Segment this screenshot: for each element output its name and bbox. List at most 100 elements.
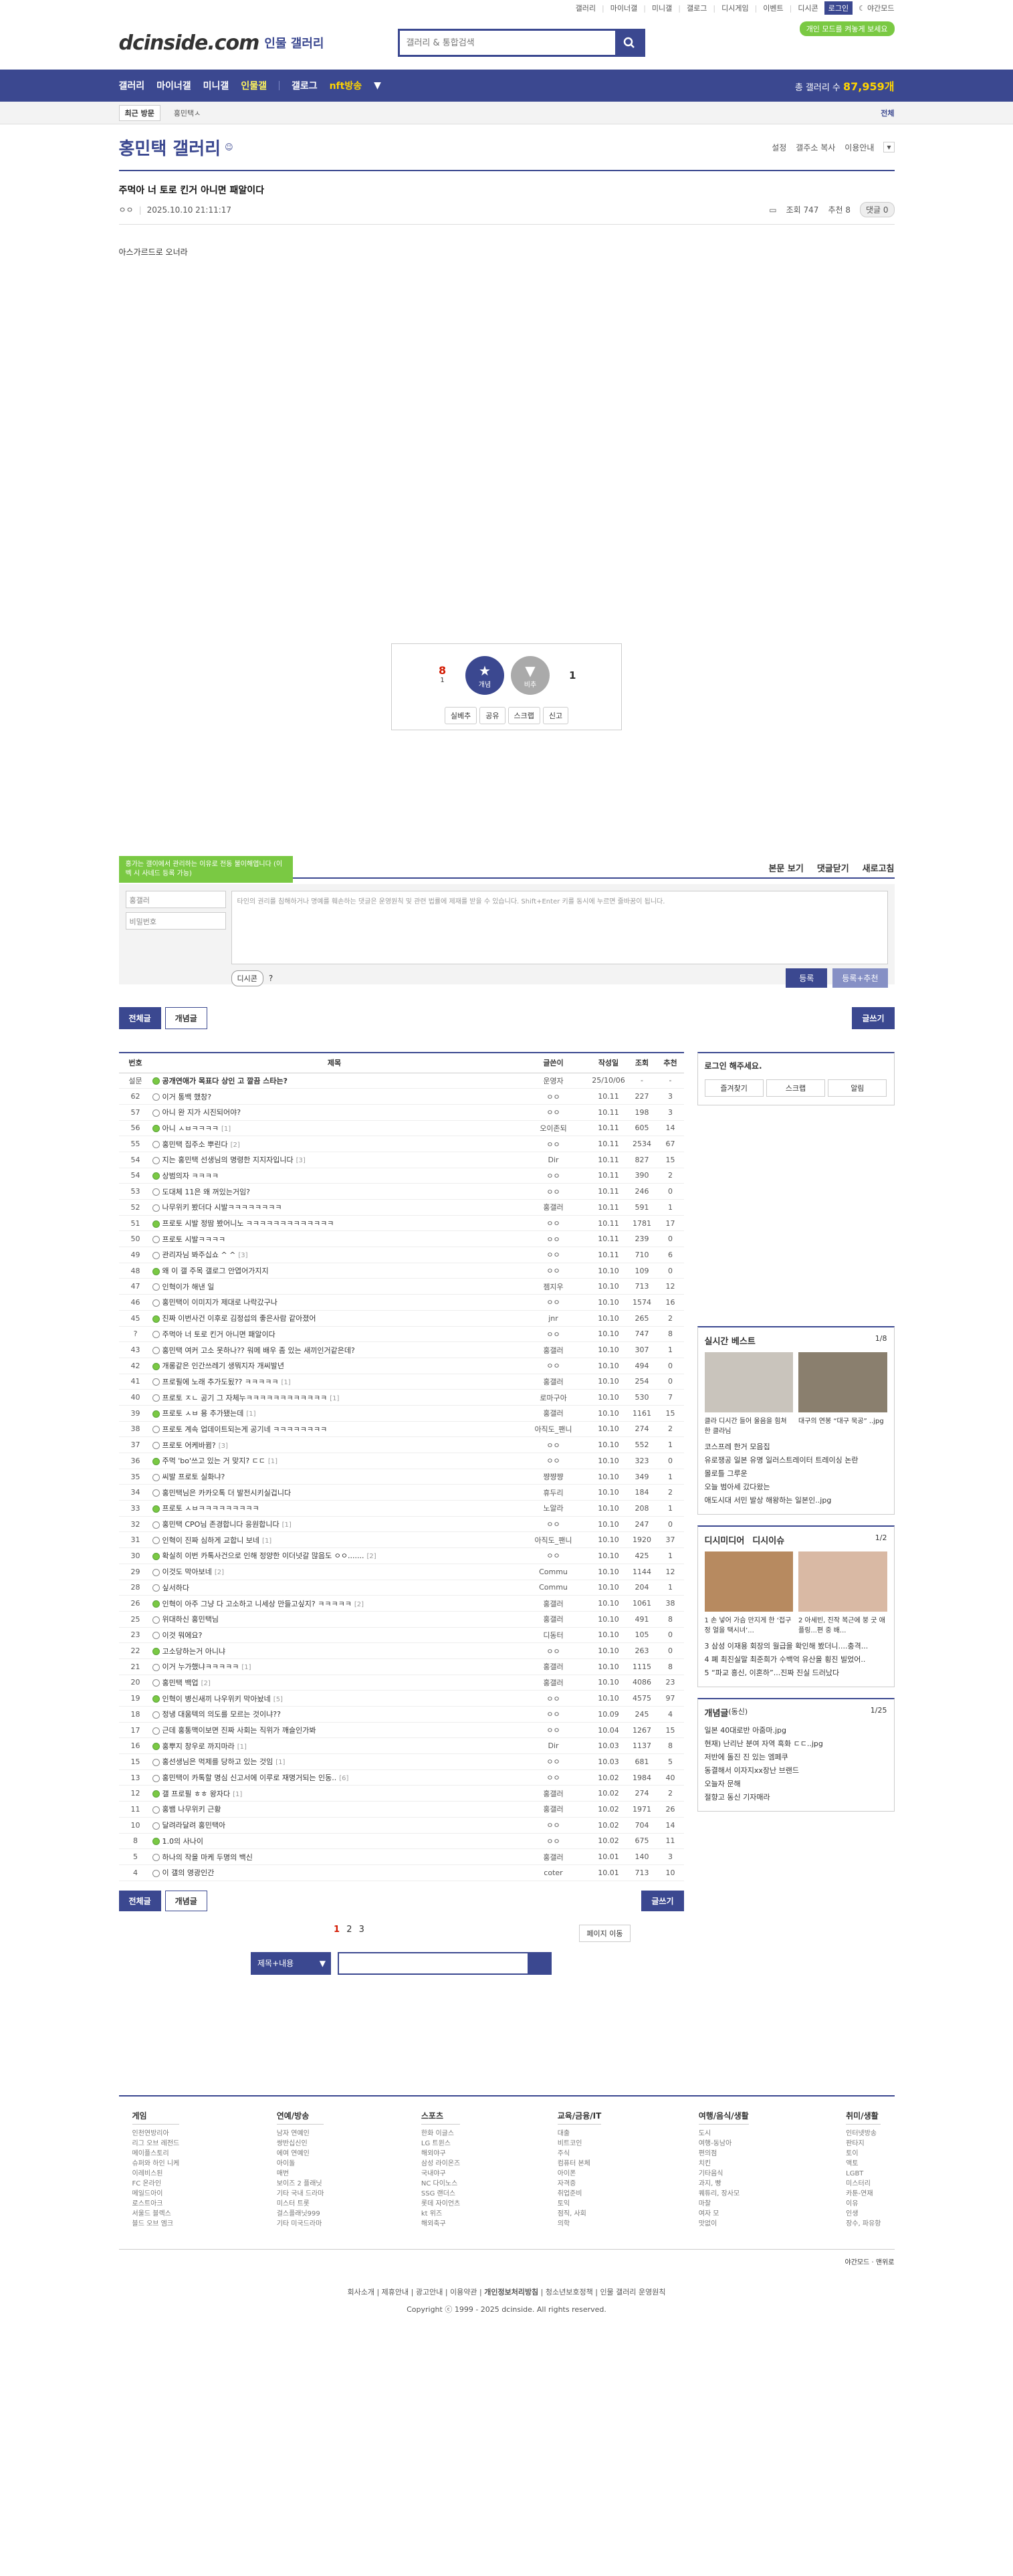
search-button-bottom[interactable] — [528, 1953, 550, 1973]
row-author[interactable]: 쨩쨩쨩 — [516, 1469, 590, 1485]
table-row[interactable]: 13 홍민택이 카톡할 명심 신고서에 이루로 재명거되는 인동.. [6] ㅇㅇ 10… — [118, 1769, 684, 1786]
row-title[interactable]: 홍민택 CPO님 존경합니다 응원합니다 [1] — [152, 1516, 517, 1533]
page-2[interactable]: 2 — [346, 1925, 352, 1935]
dc-media-title[interactable]: 디시미디어 — [705, 1533, 745, 1546]
row-title[interactable]: 1.0의 사나이 — [152, 1833, 517, 1850]
row-author[interactable]: ㅇㅇ — [516, 1183, 590, 1200]
row-author[interactable]: ㅇㅇ — [516, 1104, 590, 1121]
row-title[interactable]: 홍민택 여커 고소 못하나?? 워메 배우 좀 있는 새끼인거같은데? — [152, 1341, 517, 1358]
row-title-text[interactable]: 지는 홍민택 선생님의 명령한 지지자입니다 — [162, 1156, 294, 1164]
row-author[interactable]: ㅇㅇ — [516, 1642, 590, 1659]
row-author[interactable]: ㅇㅇ — [516, 1168, 590, 1184]
footer-item[interactable]: 치킨 — [699, 2159, 749, 2169]
footer-item[interactable]: 카툰-연재 — [846, 2189, 881, 2199]
table-row[interactable]: 40 프로토 ㅈㄴ 공기 그 자체누ㅋㅋㅋㅋㅋㅋㅋㅋㅋㅋㅋㅋ [1] 로마구아 10.1… — [118, 1389, 684, 1406]
row-title[interactable]: 프로토 ㅅㅂㅋㅋㅋㅋㅋㅋㅋㅋㅋ — [152, 1500, 517, 1517]
table-row[interactable]: 54 지는 홍민택 선생님의 명령한 지지자입니다 [3] Dir 10.11 827 15 — [118, 1152, 684, 1168]
list-item[interactable]: 3 삼성 이재용 회장의 월급을 확인해 봤더니....충격... — [705, 1640, 887, 1653]
site-logo[interactable]: dcinside.com — [119, 31, 260, 55]
table-row[interactable]: 26 인혁이 아주 그냥 다 고소하고 니세상 만들고싶지? ㅋㅋㅋㅋㅋ [2] 홍갤… — [118, 1595, 684, 1612]
row-title-text[interactable]: 홍민택이 이미지가 제대로 나락갔구나 — [162, 1298, 277, 1307]
row-title-text[interactable]: 인혁이 진짜 심하게 교합니 보네 — [162, 1536, 260, 1545]
footer-item[interactable]: 토익 — [558, 2199, 602, 2209]
row-title[interactable]: 프로토 ㅅㅂ 용 추가됐는데 [1] — [152, 1405, 517, 1422]
row-title[interactable]: 주먹아 너 토로 킨거 아니면 패알이다 — [152, 1326, 517, 1343]
table-row[interactable]: 21 이거 누가했냐ㅋㅋㅋㅋㅋ [1] 홍갤러 10.10 1115 8 — [118, 1658, 684, 1675]
row-author[interactable]: 홍갤러 — [516, 1675, 590, 1691]
dc-issue-title[interactable]: 디시이슈 — [752, 1533, 784, 1546]
row-author[interactable]: 홍갤러 — [516, 1341, 590, 1358]
row-title-text[interactable]: 왜 이 갤 주목 갤로그 안엽어가지지 — [162, 1267, 269, 1275]
row-author[interactable]: 노알라 — [516, 1500, 590, 1517]
real-best-button[interactable]: 실베추 — [444, 707, 477, 724]
table-row[interactable]: 31 인혁이 진짜 심하게 교합니 보네 [1] 아직도_팬니 10.10 1920 37 — [118, 1531, 684, 1549]
row-title[interactable]: 도대체 11은 왜 꺼있는거임? — [152, 1183, 517, 1200]
footer-item[interactable]: 퀘튜리, 장사모 — [699, 2189, 749, 2199]
page-3[interactable]: 3 — [359, 1925, 364, 1935]
nav-broadcast[interactable]: nft방송 — [330, 79, 362, 92]
row-title-text[interactable]: 개롱같은 인간쓰레기 생뭐지자 개씨발년 — [162, 1362, 285, 1370]
row-title-text[interactable]: 이것도 막아보네 — [162, 1568, 212, 1576]
row-author[interactable]: ㅇㅇ — [516, 1136, 590, 1152]
row-author[interactable]: Dir — [516, 1152, 590, 1168]
table-row[interactable]: 17 근데 홍통맥이보면 진짜 사회는 직위가 깨슬인가봐 ㅇㅇ 10.04 1267 1… — [118, 1722, 684, 1739]
row-title-text[interactable]: 프로토 어케바뀜? — [162, 1441, 216, 1450]
row-author[interactable]: 홍갤러 — [516, 1374, 590, 1390]
util-link[interactable]: 갤로그 — [687, 3, 707, 13]
row-title-text[interactable]: 홍뿌지 창우로 까지마라 — [162, 1742, 235, 1751]
row-title[interactable]: 프로토 계속 업데이트되는게 공기네 ㅋㅋㅋㅋㅋㅋㅋㅋ — [152, 1421, 517, 1438]
row-title-text[interactable]: 주먹 'bo'쓰고 있는 거 맞지? ㄷㄷ — [162, 1457, 265, 1465]
favorites-button[interactable]: 즐겨찾기 — [704, 1079, 764, 1097]
row-title[interactable]: 프로토 어케바뀜? [3] — [152, 1436, 517, 1453]
row-title-text[interactable]: 홍민택 여커 고소 못하나?? 워메 배우 좀 있는 새끼인거같은데? — [162, 1346, 355, 1355]
row-title[interactable]: 인혁이 진짜 심하게 교합니 보네 [1] — [152, 1531, 517, 1549]
media-thumb-2[interactable] — [798, 1551, 887, 1612]
footer-item[interactable]: 의학 — [558, 2219, 602, 2229]
row-author[interactable]: 운영자 — [516, 1073, 590, 1089]
post-comment-count[interactable]: 댓글 0 — [859, 202, 895, 217]
table-row[interactable]: ? 주먹아 너 토로 킨거 아니면 패알이다 ㅇㅇ 10.10 747 8 — [118, 1326, 684, 1343]
concept-posts-tab[interactable]: 개념글 — [164, 1007, 207, 1029]
page-move-button[interactable]: 페이지 이동 — [579, 1924, 631, 1942]
list-item[interactable]: 코스프레 한거 모음집 — [705, 1440, 887, 1454]
row-title-text[interactable]: 아니 ㅅㅂㅋㅋㅋㅋ — [162, 1124, 219, 1133]
table-row[interactable]: 32 홍민택 CPO님 존경합니다 응원합니다 [1] ㅇㅇ 10.10 247 0 — [118, 1516, 684, 1533]
media-caption-1[interactable]: 1 손 넣어 가슴 만지게 한 ‘접구정 얼을 택시녀’... — [705, 1614, 794, 1634]
recent-all-link[interactable]: 전체 — [881, 108, 894, 118]
footer-item[interactable]: 에여 연예인 — [277, 2149, 324, 2159]
row-title-text[interactable]: 홍민택님은 카카오톡 더 발전시키실겁니다 — [162, 1489, 292, 1497]
table-row[interactable]: 36 주먹 'bo'쓰고 있는 거 맞지? ㄷㄷ [1] ㅇㅇ 10.10 323 0 — [118, 1453, 684, 1469]
row-title-text[interactable]: 프로토 ㅈㄴ 공기 그 자체누ㅋㅋㅋㅋㅋㅋㅋㅋㅋㅋㅋㅋ — [162, 1394, 328, 1402]
row-title-text[interactable]: 아니 완 지가 시진되어야? — [162, 1108, 241, 1117]
row-title-text[interactable]: 위대하신 홍민택님 — [162, 1615, 219, 1624]
footer-item[interactable]: 삼성 라이온즈 — [421, 2159, 460, 2169]
util-link[interactable]: 갤러리 — [576, 3, 596, 13]
row-author[interactable]: 홍갤러 — [516, 1801, 590, 1818]
footer-item[interactable]: kt 위즈 — [421, 2209, 460, 2219]
write-button-bottom[interactable]: 글쓰기 — [641, 1890, 684, 1911]
row-title-text[interactable]: 홍민택이 카톡할 명심 신고서에 이루로 재명거되는 인동.. — [162, 1774, 337, 1782]
footer-item[interactable]: 컴퓨터 본체 — [558, 2159, 602, 2169]
table-row[interactable]: 42 개롱같은 인간쓰레기 생뭐지자 개씨발년 ㅇㅇ 10.10 494 0 — [118, 1358, 684, 1374]
footer-item[interactable]: 걸스플래닛999 — [277, 2209, 324, 2219]
row-author[interactable]: 홍갤러 — [516, 1595, 590, 1612]
nav-gallery[interactable]: 갤러리 — [119, 79, 145, 92]
table-row[interactable]: 37 프로토 어케바뀜? [3] ㅇㅇ 10.10 552 1 — [118, 1436, 684, 1453]
list-item[interactable]: 저반에 돌진 진 있는 엠페쿠 — [705, 1751, 887, 1764]
row-author[interactable]: ㅇㅇ — [516, 1326, 590, 1343]
footer-item[interactable]: 취업준비 — [558, 2189, 602, 2199]
footer-item[interactable]: 편의점 — [699, 2149, 749, 2159]
footer-item[interactable]: 여행-동남아 — [699, 2139, 749, 2149]
row-title[interactable]: 갤 프로필 ㅎㅎ 왕자다 [1] — [152, 1785, 517, 1802]
notification-button[interactable]: 알림 — [828, 1079, 887, 1097]
table-row[interactable]: 28 싶서하다 Commu 10.10 204 1 — [118, 1580, 684, 1596]
row-author[interactable]: 홍갤러 — [516, 1405, 590, 1422]
row-title-text[interactable]: 홍민택 집주소 뿌린다 — [162, 1140, 228, 1149]
row-title[interactable]: 이것도 막아보네 [2] — [152, 1564, 517, 1580]
row-title-text[interactable]: 프로토 시발ㅋㅋㅋㅋ — [162, 1235, 226, 1244]
row-author[interactable]: 홍갤러 — [516, 1785, 590, 1802]
row-author[interactable]: 젬지우 — [516, 1278, 590, 1295]
comment-submit-button[interactable]: 등록 — [786, 968, 828, 988]
util-link[interactable]: 미니갤 — [652, 3, 672, 13]
footer-item[interactable]: 도시 — [699, 2129, 749, 2139]
